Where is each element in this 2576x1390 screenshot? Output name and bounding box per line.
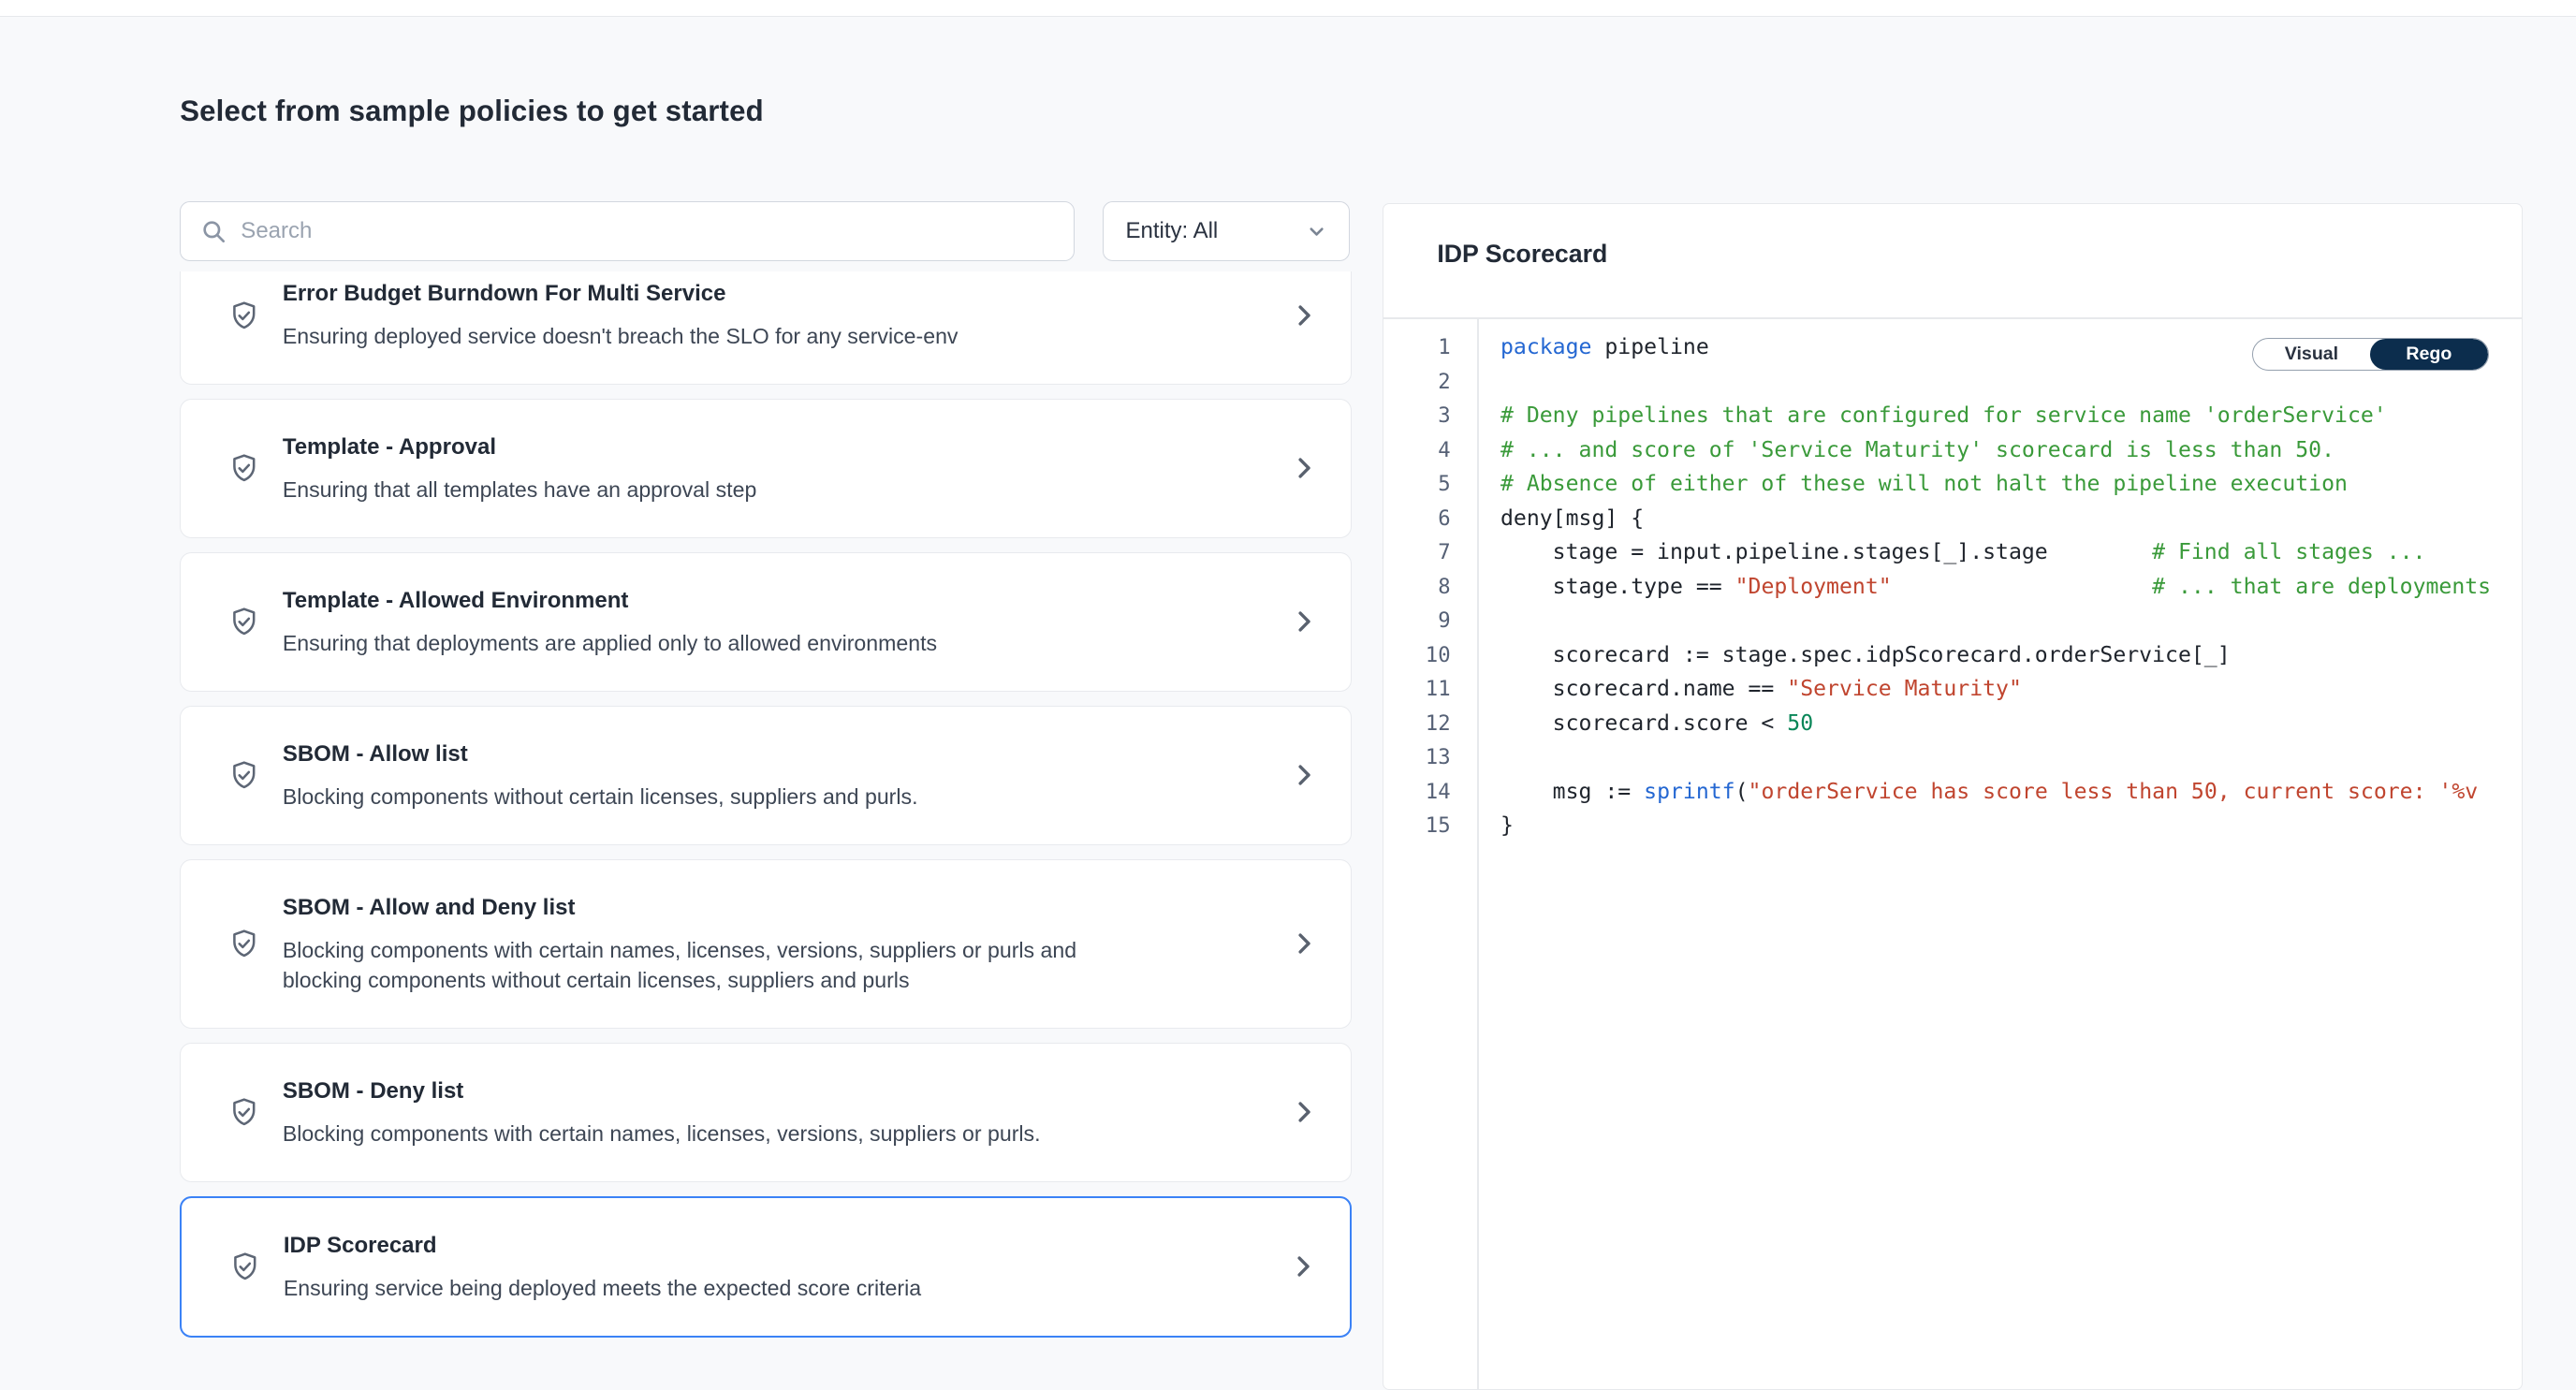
line-number: 8: [1383, 570, 1450, 604]
line-number: 2: [1383, 365, 1450, 399]
chevron-right-icon: [1291, 930, 1317, 957]
line-number: 9: [1383, 604, 1450, 637]
policy-title: IDP Scorecard: [284, 1231, 1250, 1261]
line-number: 10: [1383, 638, 1450, 672]
policy-shield-check-icon: [227, 606, 261, 639]
line-number: 11: [1383, 672, 1450, 706]
policy-description: Ensuring deployed service doesn't breach…: [283, 321, 1116, 351]
line-number: 4: [1383, 433, 1450, 467]
chevron-right-icon: [1290, 1253, 1316, 1280]
policy-shield-check-icon: [228, 1251, 262, 1284]
code-line: stage = input.pipeline.stages[_].stage #…: [1500, 535, 2522, 569]
chevron-right-icon: [1291, 762, 1317, 788]
code-line: stage.type == "Deployment" # ... that ar…: [1500, 570, 2522, 604]
code-line: # ... and score of 'Service Maturity' sc…: [1500, 433, 2522, 467]
policy-description: Ensuring service being deployed meets th…: [284, 1273, 1117, 1303]
policy-card[interactable]: SBOM - Allow and Deny list Blocking compo…: [180, 859, 1351, 1030]
chevron-right-icon: [1291, 455, 1317, 481]
policy-title: Template - Allowed Environment: [283, 586, 1251, 616]
line-number: 15: [1383, 809, 1450, 842]
policy-shield-check-icon: [227, 759, 261, 793]
code-line: deny[msg] {: [1500, 502, 2522, 535]
policy-shield-check-icon: [227, 1096, 261, 1130]
code-editor[interactable]: package pipeline# Deny pipelines that ar…: [1500, 330, 2522, 1388]
policy-card[interactable]: Template - Allowed Environment Ensuring t…: [180, 552, 1351, 693]
policy-shield-check-icon: [227, 299, 261, 332]
code-line: scorecard.name == "Service Maturity": [1500, 672, 2522, 706]
policy-title: SBOM - Allow list: [283, 739, 1251, 769]
line-number-gutter: 123456789101112131415: [1383, 330, 1477, 842]
policy-detail-panel: IDP Scorecard 123456789101112131415 pack…: [1383, 203, 2523, 1389]
page-title: Select from sample policies to get start…: [180, 95, 764, 128]
line-number: 13: [1383, 740, 1450, 774]
line-number: 3: [1383, 399, 1450, 432]
top-bar: [0, 0, 2576, 17]
policy-card[interactable]: IDP Scorecard Ensuring service being depl…: [180, 1196, 1351, 1339]
policy-card[interactable]: Error Budget Burndown For Multi Service E…: [180, 271, 1351, 385]
search-box: [180, 201, 1075, 261]
code-line: scorecard := stage.spec.idpScorecard.ord…: [1500, 638, 2522, 672]
entity-filter-select[interactable]: Entity: All: [1103, 201, 1349, 261]
policy-title: Error Budget Burndown For Multi Service: [283, 279, 1251, 309]
code-line: [1500, 604, 2522, 637]
entity-filter-label: Entity: All: [1125, 218, 1218, 244]
policy-list: Error Budget Burndown For Multi Service E…: [180, 271, 1351, 1338]
line-number: 1: [1383, 330, 1450, 364]
policy-title: SBOM - Allow and Deny list: [283, 893, 1251, 923]
policy-list-scroll[interactable]: Error Budget Burndown For Multi Service E…: [180, 271, 1351, 1389]
policy-shield-check-icon: [227, 452, 261, 486]
chevron-down-icon: [1306, 221, 1327, 242]
policy-card[interactable]: SBOM - Deny list Blocking components with…: [180, 1043, 1351, 1183]
code-line: msg := sprintf("orderService has score l…: [1500, 775, 2522, 809]
policy-description: Ensuring that deployments are applied on…: [283, 628, 1116, 658]
policy-card[interactable]: Template - Approval Ensuring that all tem…: [180, 399, 1351, 539]
search-input[interactable]: [241, 218, 1053, 244]
chevron-right-icon: [1291, 608, 1317, 635]
policy-description: Blocking components without certain lice…: [283, 782, 1116, 812]
chevron-right-icon: [1291, 301, 1317, 328]
policy-shield-check-icon: [227, 928, 261, 961]
gutter-divider: [1477, 319, 1479, 1389]
policy-description: Ensuring that all templates have an appr…: [283, 475, 1116, 505]
code-line: }: [1500, 809, 2522, 842]
code-view-toggle: Visual Rego: [2252, 338, 2489, 372]
code-line: # Deny pipelines that are configured for…: [1500, 399, 2522, 432]
line-number: 5: [1383, 467, 1450, 501]
policy-title: SBOM - Deny list: [283, 1076, 1251, 1106]
line-number: 12: [1383, 707, 1450, 740]
search-icon: [201, 219, 227, 244]
chevron-right-icon: [1291, 1099, 1317, 1125]
policy-description: Blocking components with certain names, …: [283, 1119, 1116, 1149]
line-number: 7: [1383, 535, 1450, 569]
code-line: scorecard.score < 50: [1500, 707, 2522, 740]
policy-title: Template - Approval: [283, 432, 1251, 462]
code-line: # Absence of either of these will not ha…: [1500, 467, 2522, 501]
visual-toggle-button[interactable]: Visual: [2253, 339, 2370, 371]
policy-card[interactable]: SBOM - Allow list Blocking components wit…: [180, 706, 1351, 846]
detail-panel-title: IDP Scorecard: [1437, 240, 1607, 269]
line-number: 6: [1383, 502, 1450, 535]
rego-toggle-button[interactable]: Rego: [2370, 339, 2487, 371]
code-line: [1500, 740, 2522, 774]
line-number: 14: [1383, 775, 1450, 809]
panel-divider: [1383, 317, 2522, 319]
policy-description: Blocking components with certain names, …: [283, 935, 1116, 995]
